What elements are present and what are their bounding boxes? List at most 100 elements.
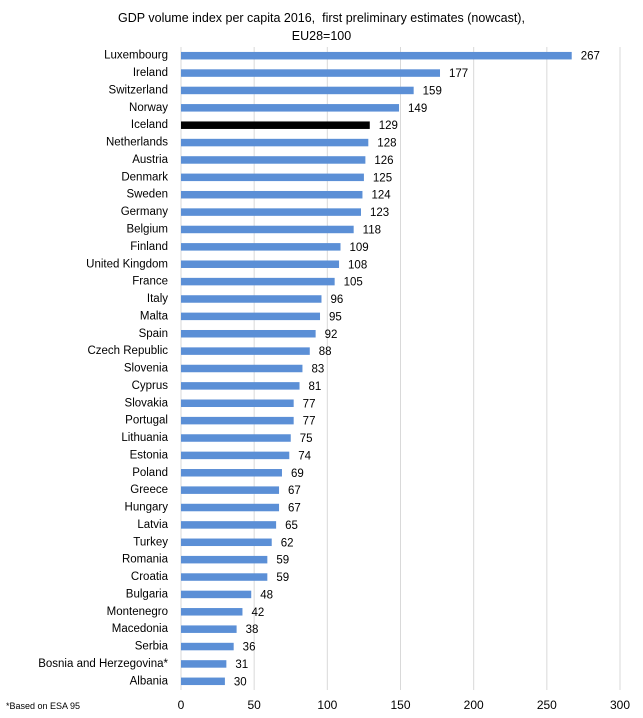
bar <box>181 469 282 477</box>
data-label: 65 <box>285 520 298 532</box>
data-label: 88 <box>319 346 332 358</box>
data-label: 267 <box>581 51 600 63</box>
bar <box>181 260 340 268</box>
bar <box>181 277 335 286</box>
bar <box>181 555 268 564</box>
bar <box>181 382 300 390</box>
x-tick-label: 100 <box>317 698 337 712</box>
category-label: Cyprus <box>132 380 169 392</box>
bar <box>181 347 310 355</box>
bar <box>181 208 361 216</box>
category-label: Netherlands <box>106 137 168 149</box>
footnote: *Based on ESA 95 <box>6 701 81 711</box>
category-label: Spain <box>139 328 168 340</box>
category-label: Turkey <box>133 536 168 548</box>
category-label: Montenegro <box>107 606 168 618</box>
category-label: Portugal <box>125 415 168 427</box>
bar <box>181 138 369 147</box>
bar <box>181 104 400 112</box>
category-label: Slovakia <box>125 397 169 409</box>
data-label: 123 <box>370 207 389 219</box>
bar <box>181 642 234 651</box>
bar-chart: Luxembourg Ireland Switzerland Norway Icelan… <box>38 47 631 712</box>
category-label: Finland <box>130 241 168 253</box>
data-label: 59 <box>276 555 289 567</box>
bar <box>181 156 366 164</box>
category-label: Denmark <box>121 171 168 183</box>
data-label: 30 <box>234 676 247 688</box>
data-label: 177 <box>449 68 468 80</box>
data-label: 59 <box>276 572 289 584</box>
x-tick-label: 0 <box>178 698 185 712</box>
bar <box>181 243 341 251</box>
data-label: 109 <box>350 242 369 254</box>
category-label: Norway <box>129 102 168 114</box>
bar <box>181 295 322 303</box>
bar <box>181 608 243 616</box>
category-label: Luxembourg <box>104 50 168 62</box>
data-label: 31 <box>235 659 248 671</box>
category-label: Malta <box>140 310 169 322</box>
bar <box>181 51 572 60</box>
category-label: Serbia <box>135 641 169 653</box>
data-label: 67 <box>288 485 301 497</box>
bar <box>181 590 252 599</box>
bar <box>181 486 280 494</box>
data-label: 75 <box>300 433 313 445</box>
category-label: Iceland <box>131 119 168 131</box>
data-label: 126 <box>374 155 393 167</box>
bar <box>181 503 280 512</box>
data-label: 77 <box>303 416 316 428</box>
data-label: 36 <box>243 642 256 654</box>
bar <box>181 625 237 633</box>
category-label: Hungary <box>125 502 169 514</box>
data-label: 108 <box>348 259 367 271</box>
data-label: 128 <box>377 138 396 150</box>
bar <box>181 521 277 529</box>
x-tick-label: 300 <box>610 698 630 712</box>
category-label: Belgium <box>126 224 168 236</box>
category-label: Bosnia and Herzegovina* <box>38 658 168 670</box>
x-tick-label: 200 <box>464 698 484 712</box>
bar <box>181 677 225 686</box>
bar <box>181 312 321 321</box>
x-axis-tick-labels: 0 50 100 150 200 250 300 <box>178 698 631 712</box>
category-label: Germany <box>121 206 169 218</box>
category-label: Romania <box>122 554 169 566</box>
bar <box>181 434 291 442</box>
data-label: 124 <box>371 190 391 202</box>
category-label: Croatia <box>131 571 169 583</box>
data-label: 95 <box>329 311 342 323</box>
category-labels: Luxembourg Ireland Switzerland Norway Icelan… <box>38 50 168 688</box>
bar <box>181 86 414 95</box>
data-label: 83 <box>311 364 324 376</box>
bar <box>181 573 268 581</box>
bar <box>181 329 316 338</box>
category-label: France <box>132 276 168 288</box>
category-label: Ireland <box>133 67 168 79</box>
bar <box>181 190 363 199</box>
data-label: 62 <box>281 537 294 549</box>
category-label: Bulgaria <box>126 588 169 600</box>
category-label: Austria <box>132 154 168 166</box>
category-label: United Kingdom <box>86 258 168 270</box>
category-label: Estonia <box>130 449 169 461</box>
data-label: 42 <box>251 607 264 619</box>
data-label: 69 <box>291 468 304 480</box>
data-label: 38 <box>246 624 259 636</box>
data-label: 159 <box>423 85 442 97</box>
x-tick-label: 50 <box>247 698 261 712</box>
bar <box>181 173 364 182</box>
category-label: Sweden <box>126 189 168 201</box>
bar <box>181 416 294 425</box>
category-label: Slovenia <box>124 363 169 375</box>
data-label: 149 <box>408 103 427 115</box>
data-label: 92 <box>325 329 338 341</box>
category-label: Greece <box>130 484 168 496</box>
data-label: 105 <box>344 277 363 289</box>
data-label: 118 <box>363 225 381 237</box>
data-label: 129 <box>379 120 398 132</box>
data-label: 77 <box>303 398 316 410</box>
category-label: Latvia <box>137 519 168 531</box>
bar <box>181 69 441 77</box>
